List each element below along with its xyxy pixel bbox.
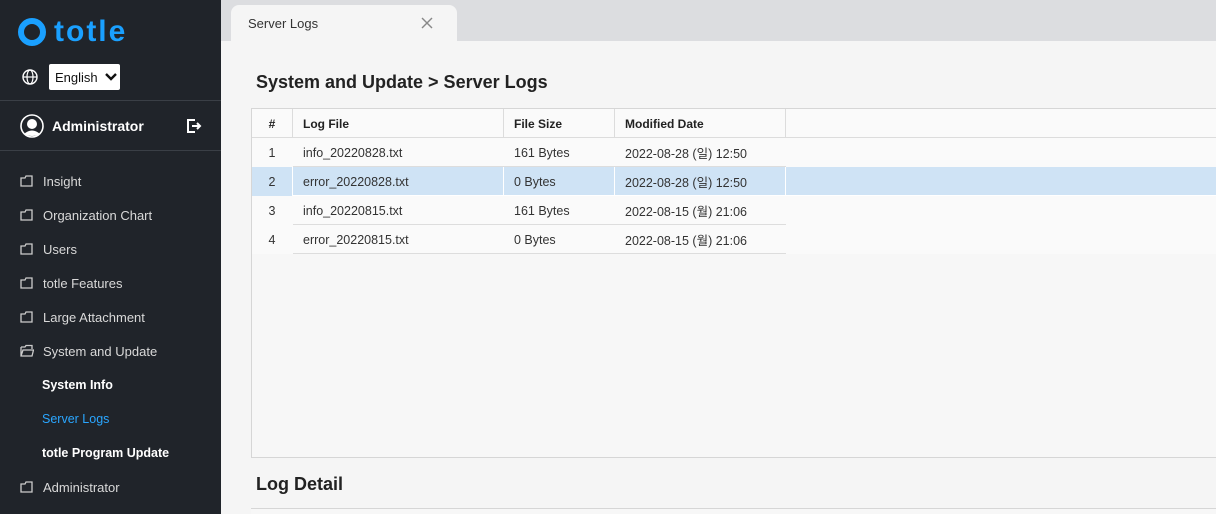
column-separator bbox=[785, 167, 786, 196]
cell-modified-date: 2022-08-28 (일) 12:50 bbox=[625, 176, 747, 190]
column-separator bbox=[503, 167, 504, 196]
sidebar-item-organization-chart[interactable]: Organization Chart bbox=[0, 198, 221, 232]
cell-log-file: info_20220815.txt bbox=[303, 203, 403, 218]
sidebar-item-label: Administrator bbox=[43, 479, 120, 495]
cell-num: 4 bbox=[268, 232, 276, 247]
cell-log-file: error_20220828.txt bbox=[303, 174, 409, 189]
folder-icon bbox=[20, 311, 33, 323]
close-icon[interactable] bbox=[421, 17, 433, 29]
column-separator bbox=[292, 109, 293, 138]
cell-file-size: 0 Bytes bbox=[514, 232, 556, 247]
sidebar-subitem-server-logs[interactable]: Server Logs bbox=[0, 402, 221, 436]
sidebar-item-label: Users bbox=[43, 241, 77, 257]
sidebar-item-insight[interactable]: Insight bbox=[0, 164, 221, 198]
tab-label: Server Logs bbox=[248, 16, 319, 31]
sidebar-item-large-attachment[interactable]: Large Attachment bbox=[0, 300, 221, 334]
tab-server-logs[interactable]: Server Logs bbox=[231, 5, 457, 41]
table-row-selected[interactable]: 2 error_20220828.txt 0 Bytes 2022-08-28 … bbox=[252, 167, 1216, 196]
chevron-down-icon bbox=[104, 73, 117, 81]
cell-file-size: 161 Bytes bbox=[514, 203, 570, 218]
cell-log-file: error_20220815.txt bbox=[303, 232, 409, 247]
column-header-file-size[interactable]: File Size bbox=[514, 109, 614, 138]
sidebar-item-system-and-update[interactable]: System and Update bbox=[0, 334, 221, 368]
cell-num: 1 bbox=[268, 145, 276, 160]
folder-icon bbox=[20, 277, 33, 289]
column-header-num[interactable]: # bbox=[252, 109, 292, 138]
user-row: Administrator bbox=[20, 112, 202, 140]
sidebar-subitem-label: Server Logs bbox=[42, 412, 110, 426]
sidebar-item-users[interactable]: Users bbox=[0, 232, 221, 266]
cell-file-size: 161 Bytes bbox=[514, 145, 570, 160]
sidebar-item-totle-features[interactable]: totle Features bbox=[0, 266, 221, 300]
row-separator bbox=[293, 253, 786, 254]
column-separator bbox=[614, 167, 615, 196]
sidebar-item-administrator[interactable]: Administrator bbox=[0, 470, 221, 504]
sidebar-subitem-label: totle Program Update bbox=[42, 446, 170, 460]
totle-logo[interactable]: totle bbox=[18, 15, 128, 48]
sidebar: totle English Administrator Insight Orga… bbox=[0, 0, 221, 514]
column-separator bbox=[614, 109, 615, 138]
sidebar-item-label: totle Features bbox=[43, 275, 123, 291]
table-header: # Log File File Size Modified Date bbox=[252, 109, 1216, 138]
folder-icon bbox=[20, 209, 33, 221]
sidebar-subitem-label: System Info bbox=[42, 378, 113, 392]
folder-icon bbox=[20, 481, 33, 493]
cell-modified-date: 2022-08-28 (일) 12:50 bbox=[625, 147, 747, 161]
user-name: Administrator bbox=[52, 118, 144, 134]
cell-modified-date: 2022-08-15 (월) 21:06 bbox=[625, 234, 747, 248]
folder-open-icon bbox=[20, 344, 34, 357]
column-separator bbox=[785, 109, 786, 138]
language-select[interactable]: English bbox=[49, 64, 120, 90]
logout-icon[interactable] bbox=[186, 118, 202, 134]
table-row[interactable]: 3 info_20220815.txt 161 Bytes 2022-08-15… bbox=[252, 196, 1216, 225]
logo-ring-icon bbox=[18, 18, 46, 46]
folder-icon bbox=[20, 243, 33, 255]
tab-bar: Server Logs bbox=[221, 0, 1216, 41]
sidebar-item-label: Organization Chart bbox=[43, 207, 153, 223]
globe-icon bbox=[22, 69, 38, 85]
column-separator bbox=[503, 109, 504, 138]
column-separator bbox=[292, 167, 293, 196]
divider bbox=[0, 150, 221, 151]
cell-file-size: 0 Bytes bbox=[514, 174, 556, 189]
column-header-modified-date[interactable]: Modified Date bbox=[625, 109, 785, 138]
language-row: English bbox=[22, 64, 120, 90]
cell-modified-date: 2022-08-15 (월) 21:06 bbox=[625, 205, 747, 219]
sidebar-item-label: Large Attachment bbox=[43, 309, 145, 325]
server-logs-table: # Log File File Size Modified Date 1 inf… bbox=[251, 108, 1216, 458]
log-detail-panel bbox=[251, 508, 1216, 514]
table-row[interactable]: 4 error_20220815.txt 0 Bytes 2022-08-15 … bbox=[252, 225, 1216, 254]
sidebar-item-label: System and Update bbox=[43, 343, 158, 359]
sidebar-subitem-totle-program-update[interactable]: totle Program Update bbox=[0, 436, 221, 470]
divider bbox=[0, 100, 221, 101]
logo-text: totle bbox=[54, 15, 128, 48]
cell-log-file: info_20220828.txt bbox=[303, 145, 403, 160]
column-header-log-file[interactable]: Log File bbox=[303, 109, 503, 138]
cell-num: 2 bbox=[268, 174, 276, 189]
language-selected: English bbox=[55, 69, 98, 85]
log-detail-title: Log Detail bbox=[256, 474, 344, 494]
table-row[interactable]: 1 info_20220828.txt 161 Bytes 2022-08-28… bbox=[252, 138, 1216, 167]
sidebar-nav: Insight Organization Chart Users totle F… bbox=[0, 164, 221, 504]
page-title: System and Update > Server Logs bbox=[256, 72, 548, 92]
sidebar-subitem-system-info[interactable]: System Info bbox=[0, 368, 221, 402]
folder-icon bbox=[20, 175, 33, 187]
avatar-icon bbox=[20, 114, 44, 138]
cell-num: 3 bbox=[268, 203, 276, 218]
sidebar-item-label: Insight bbox=[43, 173, 82, 189]
